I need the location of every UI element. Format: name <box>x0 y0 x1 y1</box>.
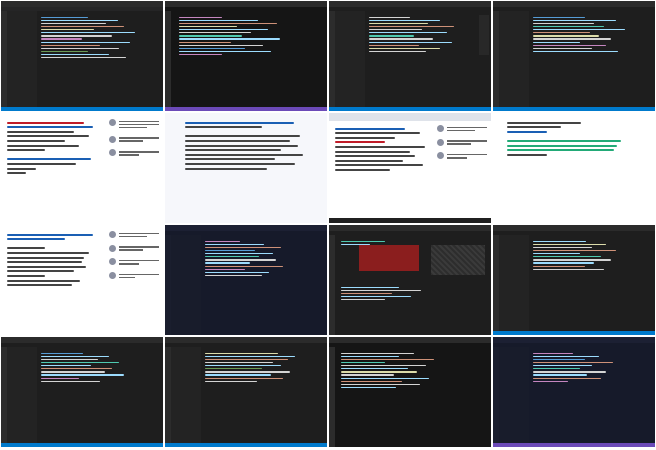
file-explorer <box>171 235 201 335</box>
title-bar <box>329 225 491 231</box>
title-bar <box>1 337 163 343</box>
activity-bar <box>165 11 171 111</box>
chat-message <box>109 135 159 144</box>
editor-tile-4[interactable] <box>493 1 655 111</box>
code-area <box>533 351 651 441</box>
editor-tile-3[interactable] <box>329 1 491 111</box>
document-tile-2[interactable] <box>493 113 655 223</box>
chat-document-tile-2[interactable] <box>1 225 163 335</box>
code-area <box>179 15 323 105</box>
taskbar <box>329 218 491 223</box>
editor-tile-10[interactable] <box>493 337 655 447</box>
document-body <box>7 119 103 219</box>
title-bar <box>329 337 491 343</box>
status-bar <box>1 107 163 111</box>
avatar <box>109 135 116 143</box>
status-bar <box>1 443 163 447</box>
avatar <box>437 138 444 146</box>
chat-message <box>437 152 487 160</box>
code-area <box>41 15 159 105</box>
editor-tile-6[interactable] <box>493 225 655 335</box>
status-bar <box>493 443 655 447</box>
chat-message <box>109 231 159 239</box>
avatar <box>109 258 116 266</box>
document-body <box>7 231 103 331</box>
editor-tile-1[interactable] <box>1 1 163 111</box>
error-highlight <box>359 245 419 271</box>
chat-message <box>109 258 159 266</box>
chat-message <box>109 272 159 280</box>
chat-message <box>437 125 487 133</box>
file-explorer <box>7 11 37 111</box>
code-area <box>533 239 651 329</box>
chat-message <box>437 138 487 147</box>
code-area <box>341 351 487 441</box>
chat-sidebar <box>109 119 159 219</box>
document-tile-1[interactable] <box>165 113 327 223</box>
editor-error-tile[interactable] <box>329 225 491 335</box>
chat-document-tile-1[interactable] <box>1 113 163 223</box>
editor-tile-5[interactable] <box>165 225 327 335</box>
title-bar <box>493 1 655 7</box>
document-body <box>185 119 313 219</box>
status-bar <box>165 443 327 447</box>
diff-placeholder <box>431 245 485 275</box>
code-area <box>369 15 487 105</box>
editor-tile-8[interactable] <box>165 337 327 447</box>
screenshot-grid <box>0 0 656 450</box>
code-area <box>533 15 651 105</box>
code-area <box>41 351 159 441</box>
code-area-lower <box>341 285 487 329</box>
avatar <box>109 244 116 252</box>
browser-chat-tile[interactable] <box>329 113 491 223</box>
avatar <box>109 119 116 126</box>
editor-tile-7[interactable] <box>1 337 163 447</box>
avatar <box>109 272 116 280</box>
activity-bar <box>329 235 335 335</box>
code-area <box>205 351 323 441</box>
title-bar <box>165 337 327 343</box>
file-explorer <box>7 347 37 447</box>
status-bar <box>493 107 655 111</box>
title-bar <box>329 1 491 7</box>
title-bar <box>493 225 655 231</box>
document-body <box>507 119 641 219</box>
file-explorer <box>171 347 201 447</box>
chat-sidebar <box>109 231 159 331</box>
minimap <box>479 15 489 55</box>
status-bar <box>329 107 491 111</box>
file-explorer <box>499 347 529 447</box>
avatar <box>437 125 444 132</box>
title-bar <box>165 225 327 231</box>
file-explorer <box>499 11 529 111</box>
avatar <box>109 149 116 157</box>
editor-tile-2[interactable] <box>165 1 327 111</box>
document-body <box>335 125 435 219</box>
chat-sidebar <box>437 125 487 219</box>
chat-message <box>109 149 159 157</box>
chat-message <box>109 244 159 253</box>
status-bar <box>493 331 655 335</box>
code-area <box>205 239 323 329</box>
activity-bar <box>329 347 335 447</box>
file-explorer <box>499 235 529 335</box>
editor-tile-9[interactable] <box>329 337 491 447</box>
avatar <box>109 231 116 238</box>
title-bar <box>493 337 655 343</box>
avatar <box>437 152 444 160</box>
file-explorer <box>335 11 365 111</box>
chat-message <box>109 119 159 130</box>
browser-toolbar <box>329 113 491 121</box>
status-bar <box>165 107 327 111</box>
title-bar <box>165 1 327 7</box>
